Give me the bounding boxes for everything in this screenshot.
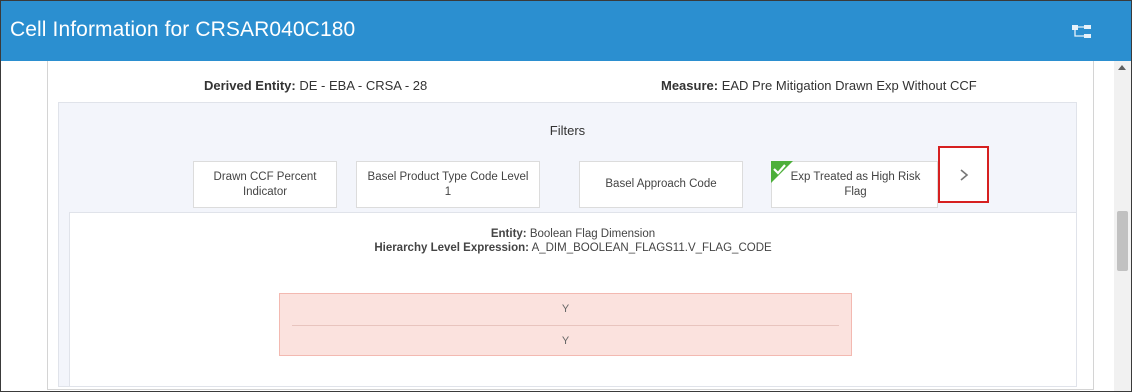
list-item[interactable]: Y: [280, 326, 851, 357]
filter-label: Drawn CCF Percent Indicator: [213, 170, 317, 198]
hierarchy-icon[interactable]: [1070, 23, 1094, 41]
hierarchy-value: A_DIM_BOOLEAN_FLAGS11.V_FLAG_CODE: [531, 242, 772, 254]
hierarchy-expression-line: Hierarchy Level Expression: A_DIM_BOOLEA…: [70, 242, 1076, 254]
derived-entity-label: Derived Entity:: [204, 78, 296, 93]
entity-value: Boolean Flag Dimension: [529, 228, 656, 240]
derived-entity: Derived Entity: DE - EBA - CRSA - 28: [204, 78, 427, 93]
vertical-scrollbar[interactable]: [1114, 61, 1131, 391]
title-bar: Cell Information for CRSAR040C180: [1, 1, 1131, 61]
hierarchy-label: Hierarchy Level Expression:: [374, 242, 529, 254]
filter-label: Exp Treated as High Risk Flag: [790, 170, 921, 198]
cell-information-dialog: Cell Information for CRSAR040C180 Derive…: [0, 0, 1132, 392]
dialog-title: Cell Information for CRSAR040C180: [10, 18, 356, 41]
filter-basel-approach-code[interactable]: Basel Approach Code: [579, 161, 743, 208]
entity-label: Entity:: [490, 228, 527, 240]
scroll-up-icon[interactable]: [1118, 65, 1126, 70]
entity-line: Entity: Boolean Flag Dimension: [70, 228, 1076, 240]
measure-label: Measure:: [661, 78, 719, 93]
selected-values-list: Y Y: [279, 293, 852, 356]
filter-label: Basel Approach Code: [605, 178, 717, 190]
filter-basel-product-type-code-level-1[interactable]: Basel Product Type Code Level 1: [356, 161, 540, 208]
filter-drawn-ccf-percent-indicator[interactable]: Drawn CCF Percent Indicator: [193, 161, 337, 208]
measure: Measure: EAD Pre Mitigation Drawn Exp Wi…: [661, 78, 977, 93]
list-item[interactable]: Y: [280, 294, 851, 325]
measure-value: EAD Pre Mitigation Drawn Exp Without CCF: [721, 78, 977, 93]
next-filter-button[interactable]: [938, 146, 989, 203]
filter-exp-treated-as-high-risk-flag[interactable]: Exp Treated as High Risk Flag: [771, 161, 938, 208]
chevron-right-icon: [959, 168, 968, 181]
filters-title: Filters: [549, 123, 586, 138]
check-icon: [771, 161, 793, 183]
scroll-thumb[interactable]: [1117, 211, 1128, 271]
derived-entity-value: DE - EBA - CRSA - 28: [299, 78, 428, 93]
dialog-content: Derived Entity: DE - EBA - CRSA - 28 Mea…: [1, 61, 1131, 391]
filter-label: Basel Product Type Code Level 1: [367, 170, 529, 198]
